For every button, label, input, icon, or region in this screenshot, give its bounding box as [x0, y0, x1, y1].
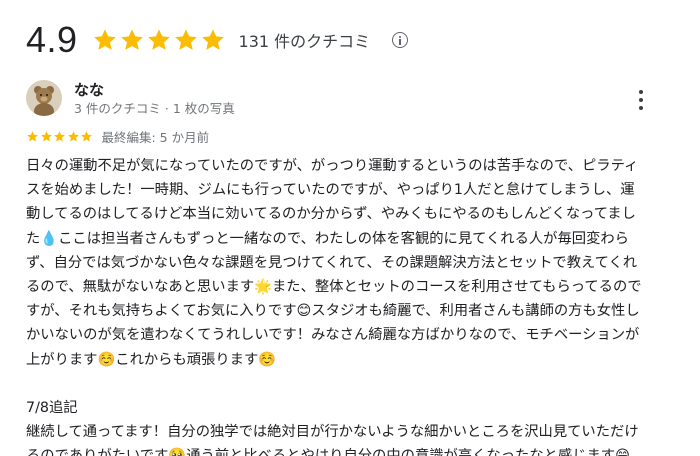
average-stars: [92, 27, 227, 53]
average-rating: 4.9: [26, 19, 78, 60]
reviewer-meta: 3 件のクチコミ · 1 枚の写真: [74, 101, 235, 116]
edited-time: 最終編集: 5 か月前: [101, 129, 210, 145]
review-stars: [26, 130, 94, 143]
star-icon: [174, 29, 197, 50]
rating-summary: 4.9 131 件のクチコミ: [26, 14, 409, 66]
reviewer-name[interactable]: なな: [74, 81, 235, 99]
review-card: なな 3 件のクチコミ · 1 枚の写真 最終編集: 5 か月前 日々の運動不足…: [26, 80, 676, 456]
star-icon: [120, 29, 143, 50]
reviewer-header: なな 3 件のクチコミ · 1 枚の写真: [26, 80, 676, 119]
review-text: 日々の運動不足が気になっていたのですが、がっつり運動するというのは苦手なので、ピ…: [26, 158, 642, 456]
info-icon[interactable]: [392, 32, 409, 48]
star-icon: [27, 130, 38, 141]
star-icon: [67, 130, 79, 141]
star-icon: [147, 29, 170, 50]
dot: [639, 98, 643, 102]
star-icon: [81, 130, 92, 141]
review-count[interactable]: 131 件のクチコミ: [239, 28, 371, 52]
teddy-bear-avatar-image: [26, 80, 62, 116]
star-icon: [40, 130, 52, 141]
dot: [639, 90, 643, 94]
review-rating-row: 最終編集: 5 か月前: [26, 128, 676, 145]
more-vert-icon[interactable]: [636, 90, 646, 110]
avatar[interactable]: [26, 80, 62, 116]
dot: [639, 106, 643, 110]
star-icon: [54, 130, 65, 141]
star-icon: [201, 29, 224, 50]
star-icon: [93, 29, 116, 50]
